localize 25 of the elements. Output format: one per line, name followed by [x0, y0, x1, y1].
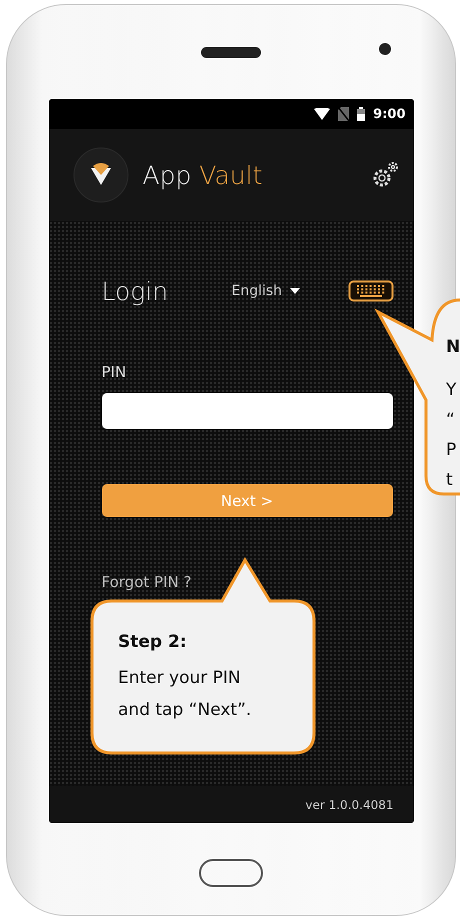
callout-text: Enter your PIN — [118, 668, 241, 688]
login-title: Login — [102, 276, 170, 306]
pin-label: PIN — [102, 363, 128, 381]
home-button[interactable] — [199, 859, 263, 887]
callout-title: Step 2: — [118, 632, 187, 652]
version-text: ver 1.0.0.4081 — [305, 798, 394, 812]
battery-icon — [357, 107, 366, 121]
camera-lens — [379, 43, 391, 55]
callout-text: P — [446, 440, 456, 460]
speaker-grille — [201, 46, 261, 58]
language-dropdown[interactable]: English — [232, 283, 348, 299]
clock-time: 9:00 — [373, 106, 406, 122]
callout-text: and tap “Next”. — [118, 700, 252, 720]
callout-text: t — [446, 470, 453, 490]
callout-text: “ — [446, 410, 455, 430]
forgot-pin-link[interactable]: Forgot PIN ? — [102, 573, 192, 591]
caret-icon — [290, 288, 300, 294]
app-title: App Vault — [142, 160, 264, 190]
callout-text: Y — [446, 380, 456, 400]
pin-input-field[interactable] — [102, 393, 392, 429]
keyboard-icon[interactable] — [348, 280, 394, 302]
no-sim-icon — [338, 107, 350, 121]
app-logo-icon — [72, 147, 128, 203]
callout-title: N — [446, 337, 460, 357]
wifi-icon — [314, 108, 330, 120]
